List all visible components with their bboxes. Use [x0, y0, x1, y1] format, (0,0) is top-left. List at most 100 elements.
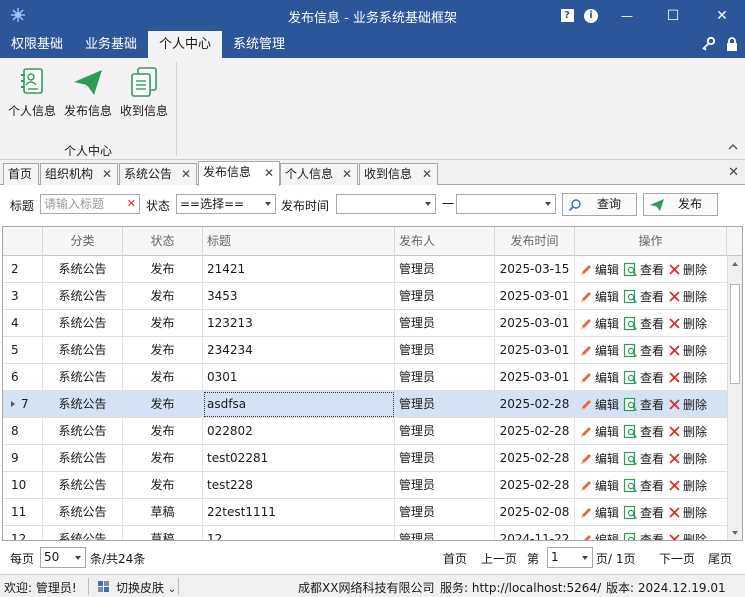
- table-row[interactable]: 7 系统公告 发布 asdfsa 管理员 2025-02-28 编辑 查看 删除: [3, 391, 728, 418]
- delete-button[interactable]: 删除: [668, 531, 707, 540]
- key-icon[interactable]: [700, 36, 716, 52]
- delete-button[interactable]: 删除: [668, 342, 707, 359]
- delete-button[interactable]: 删除: [668, 477, 707, 494]
- title-cell[interactable]: 022802: [203, 418, 395, 445]
- view-button[interactable]: 查看: [623, 288, 664, 305]
- edit-button[interactable]: 编辑: [579, 315, 619, 332]
- title-search-input[interactable]: 请输入标题 ✕: [40, 194, 140, 214]
- view-button[interactable]: 查看: [623, 477, 664, 494]
- table-row[interactable]: 8 系统公告 发布 022802 管理员 2025-02-28 编辑 查看 删除: [3, 418, 728, 445]
- scrollbar-thumb[interactable]: [730, 284, 740, 384]
- edit-button[interactable]: 编辑: [579, 531, 619, 540]
- first-page-link[interactable]: 首页: [443, 550, 467, 567]
- close-button[interactable]: ✕: [707, 0, 737, 31]
- column-header-category[interactable]: 分类: [43, 227, 123, 256]
- delete-button[interactable]: 删除: [668, 450, 707, 467]
- edit-button[interactable]: 编辑: [579, 396, 619, 413]
- info-button[interactable]: i: [576, 0, 606, 31]
- ribbon-button-publish-info[interactable]: 发布信息: [61, 66, 115, 119]
- view-button[interactable]: 查看: [623, 450, 664, 467]
- view-button[interactable]: 查看: [623, 504, 664, 521]
- doc-tab-organization[interactable]: 组织机构 ✕: [40, 163, 118, 185]
- maximize-button[interactable]: ☐: [658, 0, 688, 31]
- table-row[interactable]: 2 系统公告 发布 21421 管理员 2025-03-15 编辑 查看 删除: [3, 256, 728, 283]
- doc-tab-personal-info[interactable]: 个人信息 ✕: [280, 163, 358, 185]
- delete-button[interactable]: 删除: [668, 261, 707, 278]
- view-button[interactable]: 查看: [623, 423, 664, 440]
- table-row[interactable]: 3 系统公告 发布 3453 管理员 2025-03-01 编辑 查看 删除: [3, 283, 728, 310]
- view-button[interactable]: 查看: [623, 396, 664, 413]
- edit-button[interactable]: 编辑: [579, 261, 619, 278]
- table-row[interactable]: 4 系统公告 发布 123213 管理员 2025-03-01 编辑 查看 删除: [3, 310, 728, 337]
- page-number-select[interactable]: 1: [547, 547, 593, 568]
- title-cell[interactable]: 123213: [203, 310, 395, 337]
- menu-tab-personal-center[interactable]: 个人中心: [148, 31, 222, 58]
- title-cell[interactable]: asdfsa: [203, 391, 395, 418]
- tab-close-icon[interactable]: ✕: [181, 164, 191, 184]
- title-cell[interactable]: test228: [203, 472, 395, 499]
- edit-button[interactable]: 编辑: [579, 288, 619, 305]
- delete-button[interactable]: 删除: [668, 369, 707, 386]
- column-header-publish-time[interactable]: 发布时间: [495, 227, 575, 256]
- title-cell[interactable]: test02281: [203, 445, 395, 472]
- view-button[interactable]: 查看: [623, 315, 664, 332]
- menu-tab-system[interactable]: 系统管理: [222, 31, 296, 58]
- edit-button[interactable]: 编辑: [579, 423, 619, 440]
- table-row[interactable]: 11 系统公告 草稿 22test1111 管理员 2025-02-08 编辑 查看 删除: [3, 499, 728, 526]
- table-row[interactable]: 5 系统公告 发布 234234 管理员 2025-03-01 编辑 查看 删除: [3, 337, 728, 364]
- delete-button[interactable]: 删除: [668, 315, 707, 332]
- title-cell[interactable]: 22test1111: [203, 499, 395, 526]
- doc-tab-received-info[interactable]: 收到信息 ✕: [359, 163, 438, 185]
- scroll-down-icon[interactable]: [732, 531, 738, 535]
- column-header-publisher[interactable]: 发布人: [395, 227, 495, 256]
- lock-icon[interactable]: [724, 36, 740, 52]
- table-row[interactable]: 10 系统公告 发布 test228 管理员 2025-02-28 编辑 查看 删除: [3, 472, 728, 499]
- last-page-link[interactable]: 尾页: [708, 550, 732, 567]
- title-cell[interactable]: 12: [203, 526, 395, 540]
- chevron-up-icon[interactable]: [727, 142, 739, 152]
- menu-tab-business[interactable]: 业务基础: [74, 31, 148, 58]
- view-button[interactable]: 查看: [623, 261, 664, 278]
- ribbon-button-received-info[interactable]: 收到信息: [117, 66, 171, 119]
- title-cell[interactable]: 234234: [203, 337, 395, 364]
- view-button[interactable]: 查看: [623, 369, 664, 386]
- tab-close-icon[interactable]: ✕: [342, 164, 352, 184]
- edit-button[interactable]: 编辑: [579, 504, 619, 521]
- switch-skin-button[interactable]: 切换皮肤 ⌄: [116, 579, 176, 596]
- column-header-title[interactable]: 标题: [203, 227, 395, 256]
- clear-icon[interactable]: ✕: [127, 195, 136, 213]
- doc-tab-system-notice[interactable]: 系统公告 ✕: [119, 163, 197, 185]
- column-header-status[interactable]: 状态: [123, 227, 203, 256]
- doc-tab-publish-info[interactable]: 发布信息 ✕: [198, 161, 280, 186]
- menu-tab-permissions[interactable]: 权限基础: [0, 31, 74, 58]
- per-page-select[interactable]: 50: [40, 547, 86, 568]
- ribbon-button-personal-info[interactable]: 个人信息: [5, 66, 59, 119]
- title-cell[interactable]: 21421: [203, 256, 395, 283]
- edit-button[interactable]: 编辑: [579, 477, 619, 494]
- end-date-picker[interactable]: [456, 194, 556, 214]
- delete-button[interactable]: 删除: [668, 504, 707, 521]
- close-all-tabs-icon[interactable]: ✕: [728, 165, 739, 180]
- delete-button[interactable]: 删除: [668, 396, 707, 413]
- table-row[interactable]: 12 系统公告 草稿 12 管理员 2024-11-22 编辑 查看 删除: [3, 526, 728, 540]
- tab-close-icon[interactable]: ✕: [102, 164, 112, 184]
- minimize-button[interactable]: —: [612, 0, 642, 31]
- publish-button[interactable]: 发布: [643, 193, 718, 216]
- table-row[interactable]: 6 系统公告 发布 0301 管理员 2025-03-01 编辑 查看 删除: [3, 364, 728, 391]
- edit-button[interactable]: 编辑: [579, 342, 619, 359]
- tab-close-icon[interactable]: ✕: [422, 164, 432, 184]
- tab-close-icon[interactable]: ✕: [264, 163, 274, 183]
- view-button[interactable]: 查看: [623, 531, 664, 540]
- delete-button[interactable]: 删除: [668, 423, 707, 440]
- title-cell[interactable]: 3453: [203, 283, 395, 310]
- prev-page-link[interactable]: 上一页: [481, 550, 517, 567]
- scroll-up-icon[interactable]: [732, 262, 738, 266]
- edit-button[interactable]: 编辑: [579, 369, 619, 386]
- doc-tab-home[interactable]: 首页: [3, 163, 39, 185]
- table-row[interactable]: 9 系统公告 发布 test02281 管理员 2025-02-28 编辑 查看 删除: [3, 445, 728, 472]
- start-date-picker[interactable]: [336, 194, 436, 214]
- view-button[interactable]: 查看: [623, 342, 664, 359]
- query-button[interactable]: 查询: [562, 193, 637, 216]
- delete-button[interactable]: 删除: [668, 288, 707, 305]
- title-cell[interactable]: 0301: [203, 364, 395, 391]
